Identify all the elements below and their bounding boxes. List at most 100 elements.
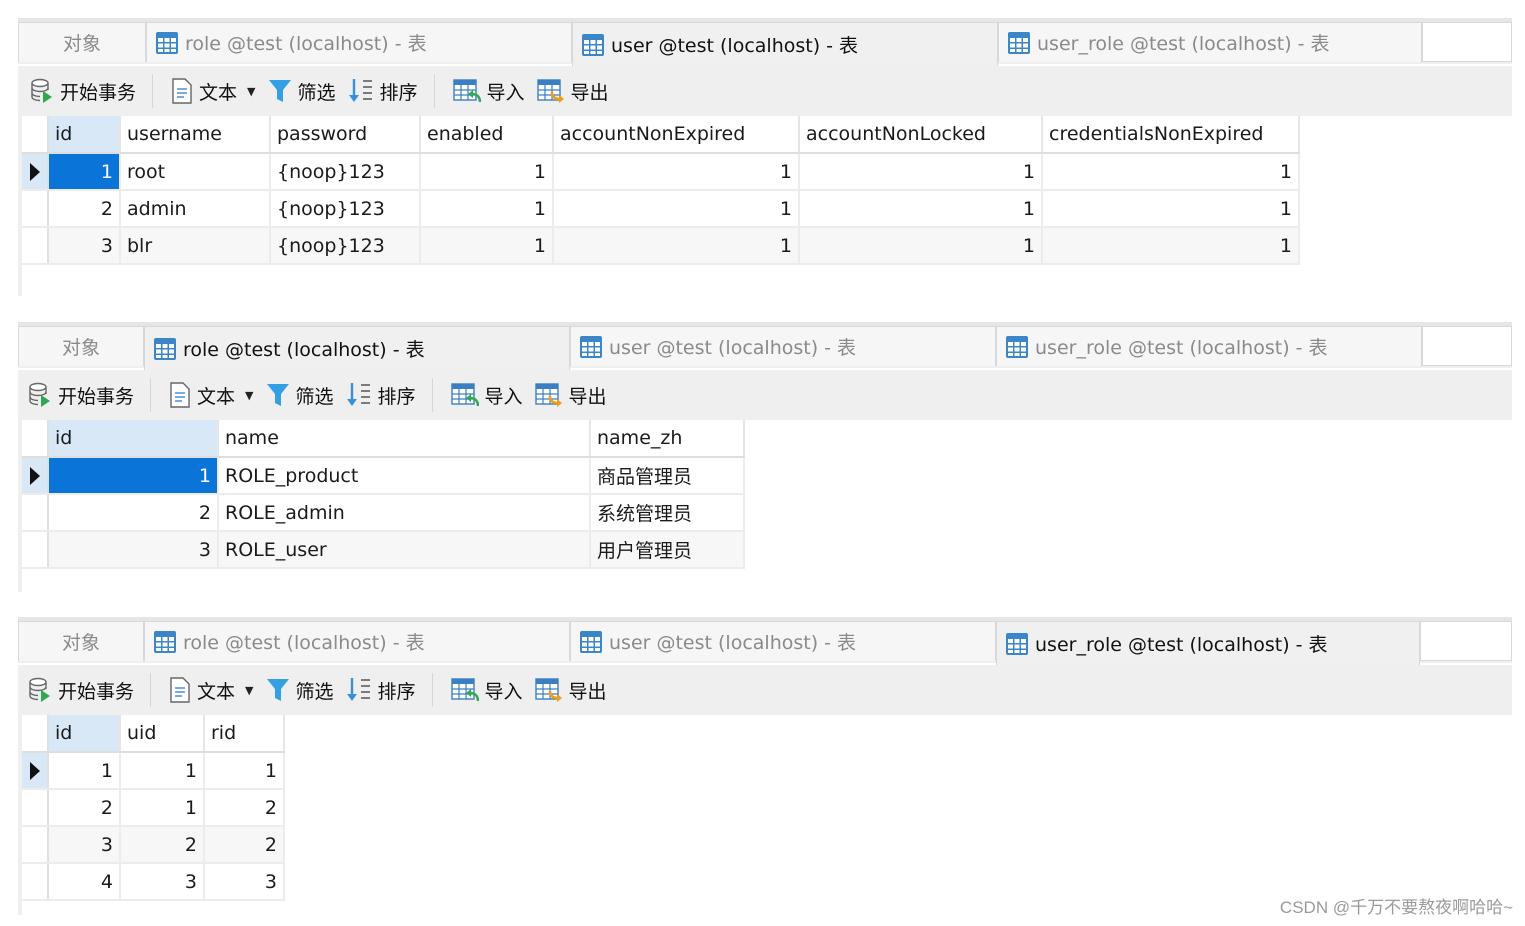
column-header-username[interactable]: username: [120, 116, 271, 154]
table-row[interactable]: 1 ROLE_product 商品管理员: [22, 457, 745, 495]
filter-button[interactable]: 筛选: [266, 677, 334, 704]
table-row[interactable]: 2 1 2: [22, 789, 285, 827]
table-row[interactable]: 2 ROLE_admin 系统管理员: [22, 494, 745, 532]
sort-button[interactable]: 排序: [348, 77, 418, 105]
cell-name[interactable]: ROLE_user: [218, 531, 591, 569]
cell-id[interactable]: 2: [48, 789, 121, 827]
tab-role[interactable]: role @test (localhost) - 表: [146, 22, 572, 62]
cell-credentialsnonexpired[interactable]: 1: [1042, 153, 1300, 191]
cell-id[interactable]: 1: [48, 457, 219, 495]
cell-rid[interactable]: 2: [204, 826, 285, 864]
sort-button[interactable]: 排序: [346, 381, 416, 409]
dropdown-caret-icon[interactable]: ▼: [245, 389, 253, 402]
cell-id[interactable]: 1: [48, 153, 121, 191]
cell-password[interactable]: {noop}123: [270, 153, 421, 191]
column-header-id[interactable]: id: [48, 420, 219, 458]
dropdown-caret-icon[interactable]: ▼: [245, 684, 253, 697]
cell-uid[interactable]: 2: [120, 826, 205, 864]
column-header-enabled[interactable]: enabled: [420, 116, 554, 154]
table-row[interactable]: 3 2 2: [22, 826, 285, 864]
cell-uid[interactable]: 1: [120, 752, 205, 790]
text-view-button[interactable]: 文本 ▼: [169, 677, 254, 704]
cell-rid[interactable]: 2: [204, 789, 285, 827]
cell-username[interactable]: root: [120, 153, 271, 191]
column-header-name[interactable]: name: [218, 420, 591, 458]
cell-id[interactable]: 2: [48, 494, 219, 532]
tab-role[interactable]: role @test (localhost) - 表: [144, 326, 570, 370]
cell-accountnonexpired[interactable]: 1: [553, 227, 800, 265]
export-button[interactable]: 导出: [534, 382, 607, 409]
column-header-name-zh[interactable]: name_zh: [590, 420, 745, 458]
tab-objects[interactable]: 对象: [18, 22, 146, 62]
column-header-accountnonexpired[interactable]: accountNonExpired: [553, 116, 800, 154]
cell-enabled[interactable]: 1: [420, 153, 554, 191]
tab-objects[interactable]: 对象: [18, 326, 144, 366]
cell-id[interactable]: 3: [48, 826, 121, 864]
cell-name-zh[interactable]: 商品管理员: [590, 457, 745, 495]
text-view-button[interactable]: 文本 ▼: [169, 382, 254, 409]
cell-uid[interactable]: 1: [120, 789, 205, 827]
cell-username[interactable]: blr: [120, 227, 271, 265]
filter-button[interactable]: 筛选: [268, 78, 336, 105]
cell-enabled[interactable]: 1: [420, 227, 554, 265]
column-header-rid[interactable]: rid: [204, 715, 285, 753]
import-button[interactable]: 导入: [450, 677, 523, 704]
cell-password[interactable]: {noop}123: [270, 227, 421, 265]
begin-transaction-button[interactable]: 开始事务: [28, 677, 134, 704]
cell-id[interactable]: 2: [48, 190, 121, 228]
cell-accountnonlocked[interactable]: 1: [799, 190, 1043, 228]
cell-accountnonlocked[interactable]: 1: [799, 227, 1043, 265]
column-header-id[interactable]: id: [48, 715, 121, 753]
cell-username[interactable]: admin: [120, 190, 271, 228]
cell-name-zh[interactable]: 用户管理员: [590, 531, 745, 569]
cell-name-zh[interactable]: 系统管理员: [590, 494, 745, 532]
table-row[interactable]: 2 admin {noop}123 1 1 1 1: [22, 190, 1300, 228]
dropdown-caret-icon[interactable]: ▼: [247, 85, 255, 98]
tab-user[interactable]: user @test (localhost) - 表: [570, 326, 996, 366]
begin-transaction-button[interactable]: 开始事务: [28, 382, 134, 409]
cell-name[interactable]: ROLE_product: [218, 457, 591, 495]
tab-user-role[interactable]: user_role @test (localhost) - 表: [998, 22, 1422, 62]
tab-user[interactable]: user @test (localhost) - 表: [572, 22, 998, 66]
column-header-credentialsnonexpired[interactable]: credentialsNonExpired: [1042, 116, 1300, 154]
table-row[interactable]: 3 ROLE_user 用户管理员: [22, 531, 745, 569]
sort-button[interactable]: 排序: [346, 676, 416, 704]
table-row[interactable]: 3 blr {noop}123 1 1 1 1: [22, 227, 1300, 265]
cell-id[interactable]: 4: [48, 863, 121, 901]
cell-accountnonexpired[interactable]: 1: [553, 190, 800, 228]
text-view-button[interactable]: 文本 ▼: [171, 78, 256, 105]
table-row[interactable]: 1 root {noop}123 1 1 1 1: [22, 153, 1300, 191]
tab-user-role[interactable]: user_role @test (localhost) - 表: [996, 326, 1422, 366]
export-button[interactable]: 导出: [534, 677, 607, 704]
tab-objects[interactable]: 对象: [18, 621, 144, 661]
filter-button[interactable]: 筛选: [266, 382, 334, 409]
cell-credentialsnonexpired[interactable]: 1: [1042, 227, 1300, 265]
table-row[interactable]: 4 3 3: [22, 863, 285, 901]
column-header-password[interactable]: password: [270, 116, 421, 154]
export-button[interactable]: 导出: [536, 78, 609, 105]
cell-credentialsnonexpired[interactable]: 1: [1042, 190, 1300, 228]
tab-role[interactable]: role @test (localhost) - 表: [144, 621, 570, 661]
import-button[interactable]: 导入: [450, 382, 523, 409]
export-table-icon: [534, 383, 562, 407]
cell-enabled[interactable]: 1: [420, 190, 554, 228]
cell-rid[interactable]: 3: [204, 863, 285, 901]
column-header-uid[interactable]: uid: [120, 715, 205, 753]
cell-id[interactable]: 3: [48, 531, 219, 569]
cell-rid[interactable]: 1: [204, 752, 285, 790]
column-header-id[interactable]: id: [48, 116, 121, 154]
cell-uid[interactable]: 3: [120, 863, 205, 901]
cell-accountnonlocked[interactable]: 1: [799, 153, 1043, 191]
tab-user[interactable]: user @test (localhost) - 表: [570, 621, 996, 661]
cell-accountnonexpired[interactable]: 1: [553, 153, 800, 191]
row-indicator: [22, 494, 49, 532]
import-button[interactable]: 导入: [452, 78, 525, 105]
cell-id[interactable]: 3: [48, 227, 121, 265]
table-row[interactable]: 1 1 1: [22, 752, 285, 790]
cell-password[interactable]: {noop}123: [270, 190, 421, 228]
column-header-accountnonlocked[interactable]: accountNonLocked: [799, 116, 1043, 154]
cell-name[interactable]: ROLE_admin: [218, 494, 591, 532]
begin-transaction-button[interactable]: 开始事务: [30, 78, 136, 105]
cell-id[interactable]: 1: [48, 752, 121, 790]
tab-user-role[interactable]: user_role @test (localhost) - 表: [996, 621, 1420, 665]
